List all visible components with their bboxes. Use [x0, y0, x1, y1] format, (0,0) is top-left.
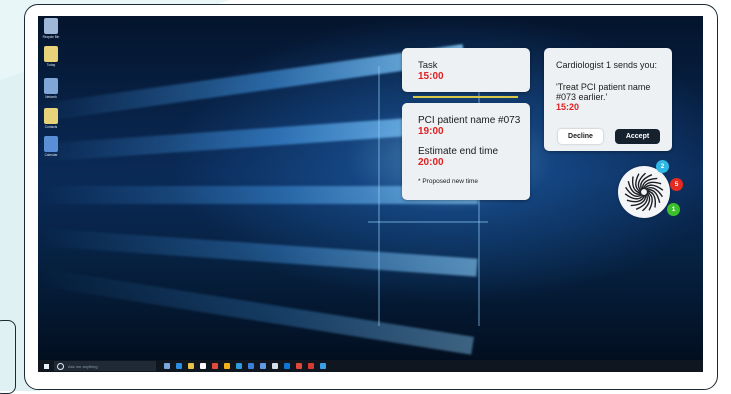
calendar-icon	[44, 136, 58, 152]
decline-button[interactable]: Decline	[558, 129, 603, 144]
taskbar-app-icon[interactable]	[164, 363, 170, 369]
desktop-icon-label: Today	[46, 63, 56, 67]
window-pane-line	[378, 66, 380, 326]
notification-badge-red[interactable]: 5	[670, 178, 683, 191]
desktop-icon-calendar[interactable]: Calendar	[39, 136, 63, 157]
recycle-bin-icon	[44, 18, 58, 34]
taskbar-app-icon[interactable]	[248, 363, 254, 369]
windows-start-icon[interactable]	[44, 363, 49, 369]
window-pane-line	[368, 221, 488, 223]
folder-icon	[44, 46, 58, 62]
pci-patient-label: PCI patient name #073	[418, 115, 521, 126]
wallpaper-beam	[38, 268, 474, 355]
network-icon	[44, 78, 58, 94]
proposed-time-note: * Proposed new time	[418, 178, 478, 185]
desktop-icon-network[interactable]: Network	[39, 78, 63, 99]
desktop-icon-recycle-bin[interactable]: Recycle Bin	[39, 18, 63, 39]
folder-icon	[44, 108, 58, 124]
desktop-icon-label: Recycle Bin	[42, 35, 60, 39]
notification-badge-green[interactable]: 1	[667, 203, 680, 216]
taskbar-app-icon[interactable]	[320, 363, 326, 369]
taskbar: Ask me anything	[38, 360, 703, 372]
task-card: Task 15:00	[402, 48, 530, 92]
taskbar-app-icon[interactable]	[188, 363, 194, 369]
cortana-icon	[57, 362, 64, 370]
desktop-icon-label: Calendar	[44, 153, 58, 157]
desktop-icon-label: Contacts	[44, 125, 58, 129]
taskbar-app-icon[interactable]	[224, 363, 230, 369]
card-separator	[413, 96, 518, 98]
taskbar-app-icon[interactable]	[212, 363, 218, 369]
taskbar-app-icon[interactable]	[200, 363, 206, 369]
task-time: 15:00	[418, 71, 444, 82]
taskbar-app-icon[interactable]	[284, 363, 290, 369]
message-text: 'Treat PCI patient name #073 earlier.'	[556, 82, 651, 102]
taskbar-apps	[164, 363, 326, 369]
taskbar-search[interactable]: Ask me anything	[54, 361, 156, 371]
message-sender: Cardiologist 1 sends you:	[556, 60, 658, 70]
estimate-end-time: 20:00	[418, 157, 444, 168]
notification-badge-blue[interactable]: 2	[656, 160, 669, 173]
message-card: Cardiologist 1 sends you: 'Treat PCI pat…	[544, 48, 672, 151]
taskbar-app-icon[interactable]	[176, 363, 182, 369]
taskbar-app-icon[interactable]	[308, 363, 314, 369]
message-time: 15:20	[556, 102, 580, 112]
taskbar-app-icon[interactable]	[296, 363, 302, 369]
desktop-icon-label: Network	[45, 95, 57, 99]
side-device-frame	[0, 320, 16, 394]
taskbar-app-icon[interactable]	[260, 363, 266, 369]
estimate-end-label: Estimate end time	[418, 146, 499, 157]
taskbar-app-icon[interactable]	[236, 363, 242, 369]
philips-shield-swirl-icon	[624, 172, 664, 212]
wallpaper-beam	[38, 228, 478, 277]
task-label: Task	[418, 60, 438, 71]
desktop-icon-today[interactable]: Today	[39, 46, 63, 67]
pci-patient-time: 19:00	[418, 126, 444, 137]
accept-button[interactable]: Accept	[615, 129, 660, 144]
pci-patient-card: PCI patient name #073 19:00 Estimate end…	[402, 103, 530, 200]
assistant-button[interactable]	[618, 166, 670, 218]
taskbar-app-icon[interactable]	[272, 363, 278, 369]
desktop-icon-contacts[interactable]: Contacts	[39, 108, 63, 129]
wallpaper-beam	[38, 44, 466, 122]
taskbar-search-placeholder: Ask me anything	[68, 363, 98, 369]
